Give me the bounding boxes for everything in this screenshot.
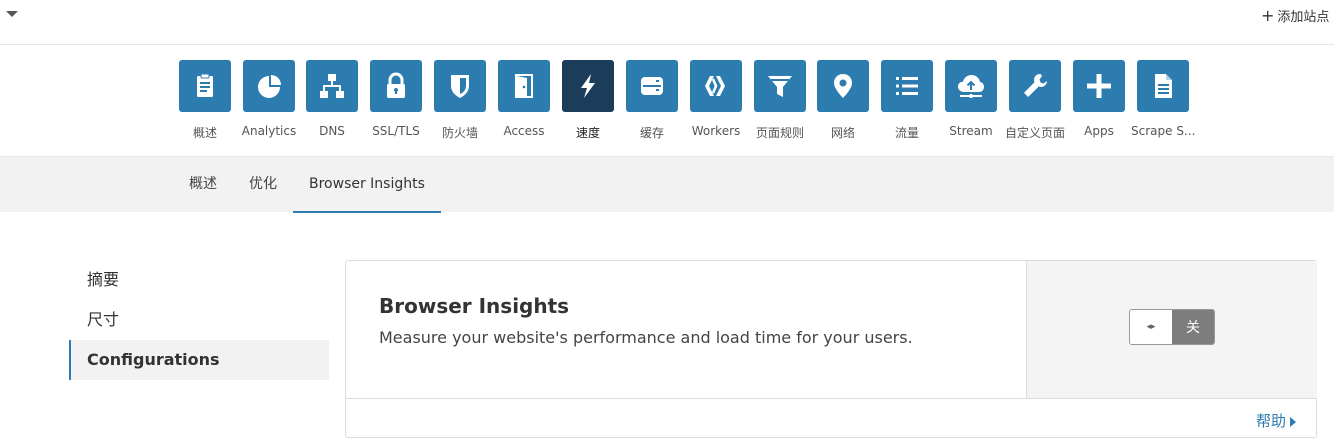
toggle-knob-icon: ◂▸	[1130, 310, 1172, 344]
app-label: DNS	[319, 124, 345, 138]
shield-icon	[434, 60, 486, 112]
plus-icon: +	[1261, 6, 1275, 25]
app-label: 速度	[575, 126, 600, 140]
plus-icon	[1073, 60, 1125, 112]
app-analytics[interactable]: Analytics	[237, 60, 301, 138]
door-icon	[498, 60, 550, 112]
app-label: 流量	[894, 126, 919, 140]
app-label: Apps	[1084, 124, 1114, 138]
app-label: 自定义页面	[1004, 126, 1065, 140]
menu-item-configurations[interactable]: Configurations	[69, 340, 329, 380]
app-label: Stream	[949, 124, 993, 138]
storage-icon	[626, 60, 678, 112]
help-label: 帮助	[1255, 412, 1286, 430]
document-icon	[1137, 60, 1189, 112]
sub-navigation: 概述 优化 Browser Insights	[0, 156, 1334, 213]
app-custom-pages[interactable]: 自定义页面	[1003, 60, 1067, 141]
app-label: 防火墙	[441, 126, 478, 140]
menu-item-dimensions[interactable]: 尺寸	[69, 300, 329, 340]
app-label: Scrape S...	[1131, 124, 1196, 138]
app-label: 概述	[192, 126, 217, 140]
lock-icon	[370, 60, 422, 112]
browser-insights-card: Browser Insights Measure your website's …	[345, 260, 1317, 438]
wrench-icon	[1009, 60, 1061, 112]
account-dropdown-caret-icon[interactable]	[6, 11, 18, 17]
app-label: 缓存	[639, 126, 664, 140]
app-network[interactable]: 网络	[811, 60, 875, 141]
app-label: Access	[503, 124, 545, 138]
filter-icon	[754, 60, 806, 112]
app-scrape-shield[interactable]: Scrape S...	[1131, 60, 1195, 138]
app-apps[interactable]: Apps	[1067, 60, 1131, 138]
app-firewall[interactable]: 防火墙	[428, 60, 492, 141]
app-access[interactable]: Access	[492, 60, 556, 138]
network-icon	[306, 60, 358, 112]
pie-chart-icon	[243, 60, 295, 112]
help-link[interactable]: 帮助	[1256, 410, 1296, 431]
app-overview[interactable]: 概述	[173, 60, 237, 141]
app-speed[interactable]: 速度	[556, 60, 620, 141]
card-footer: 帮助	[346, 398, 1316, 438]
app-label: Workers	[691, 124, 741, 138]
app-label: Analytics	[241, 124, 297, 138]
app-icon-bar: 概述 Analytics DNS SSL/TLS 防火墙 Access 速度 缓…	[0, 45, 1334, 156]
menu-item-summary[interactable]: 摘要	[69, 260, 329, 300]
lightning-icon	[562, 60, 614, 112]
browser-insights-toggle[interactable]: ◂▸ 关	[1129, 309, 1215, 345]
app-label: SSL/TLS	[372, 124, 420, 138]
app-dns[interactable]: DNS	[300, 60, 364, 138]
app-label: 页面规则	[755, 126, 804, 140]
add-site-button[interactable]: + 添加站点	[1261, 6, 1329, 25]
app-page-rules[interactable]: 页面规则	[748, 60, 812, 141]
app-label: 网络	[830, 126, 855, 140]
app-stream[interactable]: Stream	[939, 60, 1003, 138]
clipboard-icon	[179, 60, 231, 112]
tab-browser-insights[interactable]: Browser Insights	[293, 157, 441, 213]
app-ssl-tls[interactable]: SSL/TLS	[364, 60, 428, 138]
cloud-upload-icon	[945, 60, 997, 112]
tab-overview[interactable]: 概述	[173, 157, 233, 213]
section-menu: 摘要 尺寸 Configurations	[69, 260, 329, 380]
top-bar: + 添加站点	[0, 0, 1334, 45]
app-workers[interactable]: Workers	[684, 60, 748, 138]
list-icon	[881, 60, 933, 112]
tab-optimization[interactable]: 优化	[233, 157, 293, 213]
card-description: Measure your website's performance and l…	[379, 328, 913, 347]
location-pin-icon	[817, 60, 869, 112]
add-site-label: 添加站点	[1277, 10, 1330, 25]
app-traffic[interactable]: 流量	[875, 60, 939, 141]
card-control-panel: ◂▸ 关	[1026, 261, 1317, 398]
workers-icon	[690, 60, 742, 112]
card-body: Browser Insights Measure your website's …	[346, 261, 1026, 398]
card-title: Browser Insights	[379, 294, 570, 318]
caret-right-icon	[1290, 416, 1296, 427]
toggle-state-label: 关	[1172, 310, 1214, 344]
app-caching[interactable]: 缓存	[620, 60, 684, 141]
